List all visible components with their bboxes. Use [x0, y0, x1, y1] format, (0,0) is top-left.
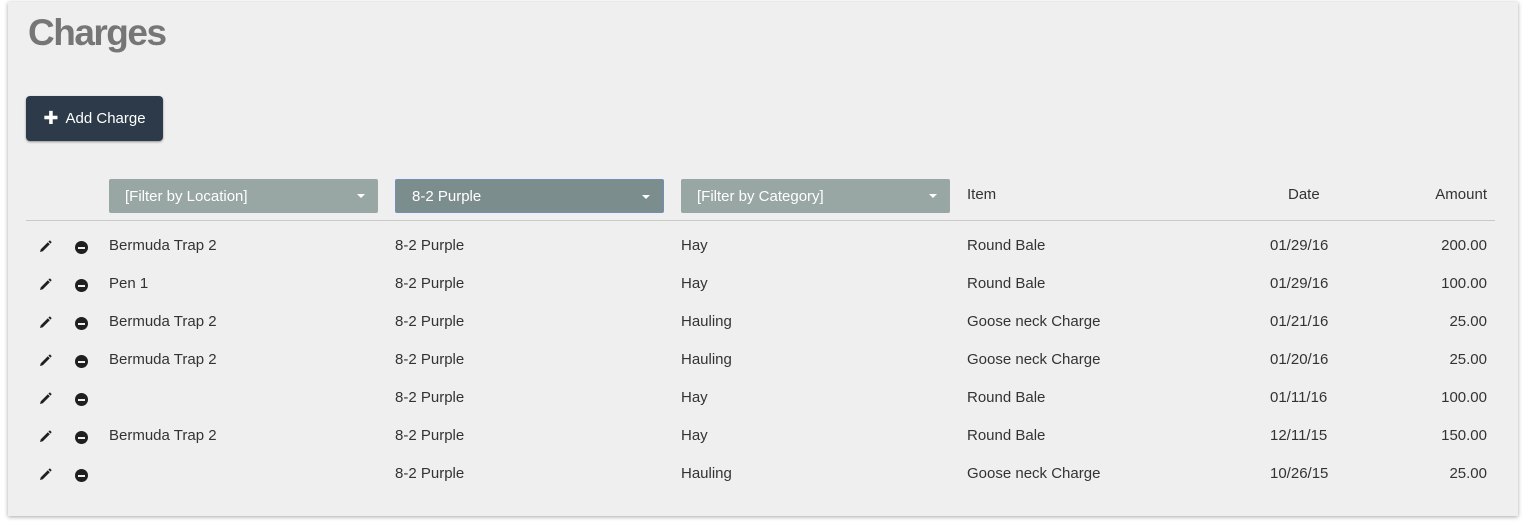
table-row: Bermuda Trap 2 8-2 Purple Hauling Goose nec…: [8, 342, 1518, 380]
header-divider: [26, 220, 1495, 221]
cell-lot: 8-2 Purple: [395, 427, 465, 444]
cell-amount: 100.00: [1441, 275, 1487, 292]
cell-item: Round Bale: [967, 427, 1046, 444]
column-header-date[interactable]: Date: [1288, 186, 1320, 203]
filter-category-value: [Filter by Category]: [697, 187, 824, 205]
cell-category: Hay: [681, 237, 708, 254]
table-row: Pen 1 8-2 Purple Hay Round Bale 01/29/16 100.…: [8, 266, 1518, 304]
cell-lot: 8-2 Purple: [395, 351, 465, 368]
pencil-icon[interactable]: [38, 240, 52, 254]
add-charge-label: Add Charge: [65, 110, 146, 127]
caret-down-icon: [929, 194, 937, 198]
cell-date: 10/26/15: [1270, 465, 1329, 482]
cell-category: Hauling: [681, 313, 732, 330]
cell-location: Bermuda Trap 2: [109, 427, 217, 444]
cell-lot: 8-2 Purple: [395, 313, 465, 330]
cell-date: 01/29/16: [1270, 275, 1329, 292]
cell-category: Hay: [681, 427, 708, 444]
filter-location-select[interactable]: [Filter by Location]: [109, 179, 378, 213]
cell-date: 01/29/16: [1270, 237, 1329, 254]
pencil-icon[interactable]: [38, 316, 52, 330]
page-title: Charges: [28, 12, 167, 53]
cell-item: Round Bale: [967, 237, 1046, 254]
cell-amount: 25.00: [1449, 465, 1487, 482]
pencil-icon[interactable]: [38, 392, 52, 406]
add-charge-button[interactable]: ✚ Add Charge: [26, 96, 163, 141]
cell-lot: 8-2 Purple: [395, 389, 465, 406]
cell-category: Hauling: [681, 351, 732, 368]
minus-circle-icon[interactable]: [75, 355, 88, 368]
cell-category: Hay: [681, 389, 708, 406]
filter-lot-select[interactable]: 8-2 Purple: [395, 179, 664, 213]
cell-item: Goose neck Charge: [967, 313, 1101, 330]
cell-location: Pen 1: [109, 275, 149, 292]
cell-location: Bermuda Trap 2: [109, 351, 217, 368]
cell-amount: 25.00: [1449, 313, 1487, 330]
cell-item: Goose neck Charge: [967, 465, 1101, 482]
caret-down-icon: [357, 194, 365, 198]
minus-circle-icon[interactable]: [75, 241, 88, 254]
pencil-icon[interactable]: [38, 468, 52, 482]
pencil-icon[interactable]: [38, 430, 52, 444]
plus-icon: ✚: [43, 107, 59, 128]
cell-date: 01/11/16: [1270, 389, 1328, 406]
minus-circle-icon[interactable]: [75, 431, 88, 444]
minus-circle-icon[interactable]: [75, 393, 88, 406]
cell-item: Round Bale: [967, 275, 1046, 292]
cell-category: Hay: [681, 275, 708, 292]
pencil-icon[interactable]: [38, 354, 52, 368]
cell-location: Bermuda Trap 2: [109, 313, 217, 330]
cell-lot: 8-2 Purple: [395, 275, 465, 292]
cell-location: Bermuda Trap 2: [109, 237, 217, 254]
minus-circle-icon[interactable]: [75, 279, 88, 292]
column-header-amount[interactable]: Amount: [1408, 186, 1487, 203]
cell-amount: 25.00: [1449, 351, 1487, 368]
minus-circle-icon[interactable]: [75, 469, 88, 482]
cell-date: 01/20/16: [1270, 351, 1329, 368]
charges-panel: Charges ✚ Add Charge [Filter by Location…: [8, 2, 1518, 516]
filter-lot-value: 8-2 Purple: [412, 187, 482, 205]
table-row: Bermuda Trap 2 8-2 Purple Hay Round Bale 01/…: [8, 228, 1518, 266]
pencil-icon[interactable]: [38, 278, 52, 292]
table-row: 8-2 Purple Hay Round Bale 01/11/16 100.00: [8, 380, 1518, 418]
cell-amount: 100.00: [1441, 389, 1487, 406]
filter-category-select[interactable]: [Filter by Category]: [681, 179, 950, 213]
cell-item: Round Bale: [967, 389, 1046, 406]
caret-down-icon: [642, 195, 650, 199]
cell-lot: 8-2 Purple: [395, 465, 465, 482]
cell-lot: 8-2 Purple: [395, 237, 465, 254]
table-row: Bermuda Trap 2 8-2 Purple Hay Round Bale 12/…: [8, 418, 1518, 456]
cell-category: Hauling: [681, 465, 732, 482]
cell-amount: 150.00: [1441, 427, 1487, 444]
table-row: 8-2 Purple Hauling Goose neck Charge 10/26/…: [8, 456, 1518, 494]
minus-circle-icon[interactable]: [75, 317, 88, 330]
cell-item: Goose neck Charge: [967, 351, 1101, 368]
cell-date: 01/21/16: [1270, 313, 1329, 330]
table-row: Bermuda Trap 2 8-2 Purple Hauling Goose nec…: [8, 304, 1518, 342]
cell-date: 12/11/15: [1270, 427, 1328, 444]
filter-location-value: [Filter by Location]: [125, 187, 248, 205]
cell-amount: 200.00: [1441, 237, 1487, 254]
column-header-item[interactable]: Item: [967, 186, 996, 203]
